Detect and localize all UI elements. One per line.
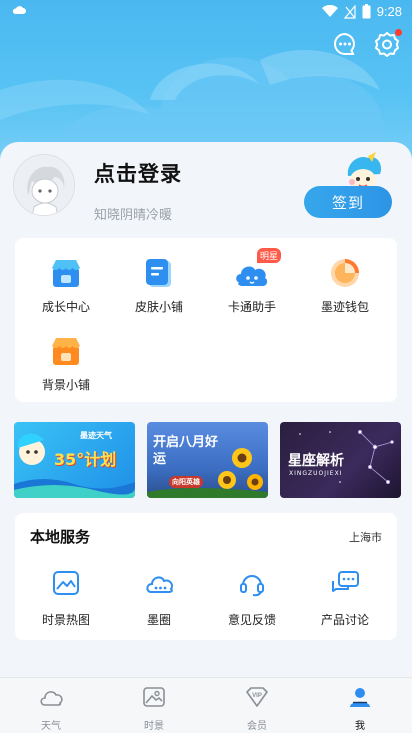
avatar[interactable] [13, 154, 75, 216]
feature-label: 成长中心 [41, 300, 90, 314]
feature-label: 墨迹钱包 [320, 300, 369, 314]
banner-35-plan[interactable]: 35°计划 墨迹天气 [14, 422, 135, 498]
service-label: 时景热图 [41, 613, 90, 627]
background-shop-icon [52, 338, 80, 365]
photo-heatmap-icon [53, 571, 79, 595]
notification-dot [395, 29, 402, 36]
banner-subtitle: 向阳英雄 [169, 476, 203, 488]
banner-constellation[interactable]: 星座解析 XINGZUOJIEXI [280, 422, 401, 498]
banner-title: 星座解析 [288, 453, 344, 469]
default-avatar-icon [14, 155, 74, 215]
service-product-discussion[interactable]: 产品讨论 [305, 569, 385, 628]
banner-title: 35°计划 [54, 450, 117, 469]
service-feedback[interactable]: 意见反馈 [212, 569, 292, 628]
chat-bubble-icon [334, 32, 355, 55]
wallet-icon [331, 259, 359, 287]
feature-skin-shop[interactable]: 皮肤小铺 [119, 256, 199, 315]
profile-section: 点击登录 知晓阴晴冷暖 签到 [0, 142, 412, 238]
wifi-icon [321, 5, 338, 17]
status-time: 9:28 [376, 4, 402, 19]
service-label: 产品讨论 [320, 613, 369, 627]
tab-vip[interactable]: VIP 会员 [227, 686, 287, 732]
feature-label: 卡通助手 [227, 300, 276, 314]
status-bar: 9:28 [0, 0, 412, 26]
local-service-card: 本地服务 上海市 时景热图 墨圈 意见反馈 产品讨论 [15, 513, 397, 640]
shop-icon [52, 260, 80, 287]
battery-icon [362, 4, 371, 19]
feature-label: 背景小铺 [41, 378, 90, 392]
banner-title: 开启八月好运 [153, 435, 219, 467]
feature-background-shop[interactable]: 背景小铺 [26, 334, 106, 393]
service-label: 墨圈 [146, 613, 171, 627]
banner-subtitle: XINGZUOJIEXI [289, 470, 343, 477]
local-service-title: 本地服务 [30, 528, 91, 546]
chat-discuss-icon [332, 571, 359, 592]
headset-icon [240, 575, 264, 597]
profile-subtitle: 知晓阴晴冷暖 [94, 208, 173, 223]
banner-subtitle: 墨迹天气 [80, 431, 112, 440]
feature-label: 皮肤小铺 [134, 300, 183, 314]
tab-label: 会员 [247, 721, 267, 732]
vip-icon: VIP [246, 687, 268, 707]
header-actions [332, 29, 402, 57]
cloud-circle-icon [146, 576, 174, 593]
cloud-icon [40, 691, 63, 706]
tab-label: 时景 [144, 721, 164, 732]
settings-button[interactable] [374, 29, 402, 57]
skin-icon [146, 259, 171, 287]
bottom-tab-bar: 天气 时景 VIP 会员 我 [0, 677, 412, 733]
service-mo-circle[interactable]: 墨圈 [119, 569, 199, 628]
photo-icon [143, 687, 165, 707]
banner-august-luck[interactable]: 开启八月好运 向阳英雄 [147, 422, 268, 498]
feature-growth-center[interactable]: 成长中心 [26, 256, 106, 315]
service-photo-heatmap[interactable]: 时景热图 [26, 569, 106, 628]
tab-label: 我 [355, 721, 365, 732]
profile-icon [350, 688, 370, 707]
feature-wallet[interactable]: 墨迹钱包 [305, 256, 385, 315]
message-button[interactable] [332, 31, 358, 57]
city-selector[interactable]: 上海市 [349, 529, 382, 545]
star-tag: 明星 [257, 248, 282, 263]
tab-me[interactable]: 我 [330, 686, 390, 732]
tab-weather[interactable]: 天气 [21, 686, 81, 732]
service-label: 意见反馈 [227, 613, 276, 627]
signin-button[interactable]: 签到 [304, 186, 392, 218]
login-prompt[interactable]: 点击登录 [94, 158, 182, 188]
tab-scene[interactable]: 时景 [124, 686, 184, 732]
tab-label: 天气 [41, 721, 61, 732]
feature-grid: 成长中心 皮肤小铺 明星 卡通助手 墨迹钱包 背景小铺 [15, 238, 397, 402]
weather-notification-icon [12, 6, 26, 14]
no-signal-icon [343, 4, 356, 19]
svg-text:VIP: VIP [252, 693, 262, 699]
feature-cartoon-assistant[interactable]: 明星 卡通助手 [212, 248, 292, 315]
